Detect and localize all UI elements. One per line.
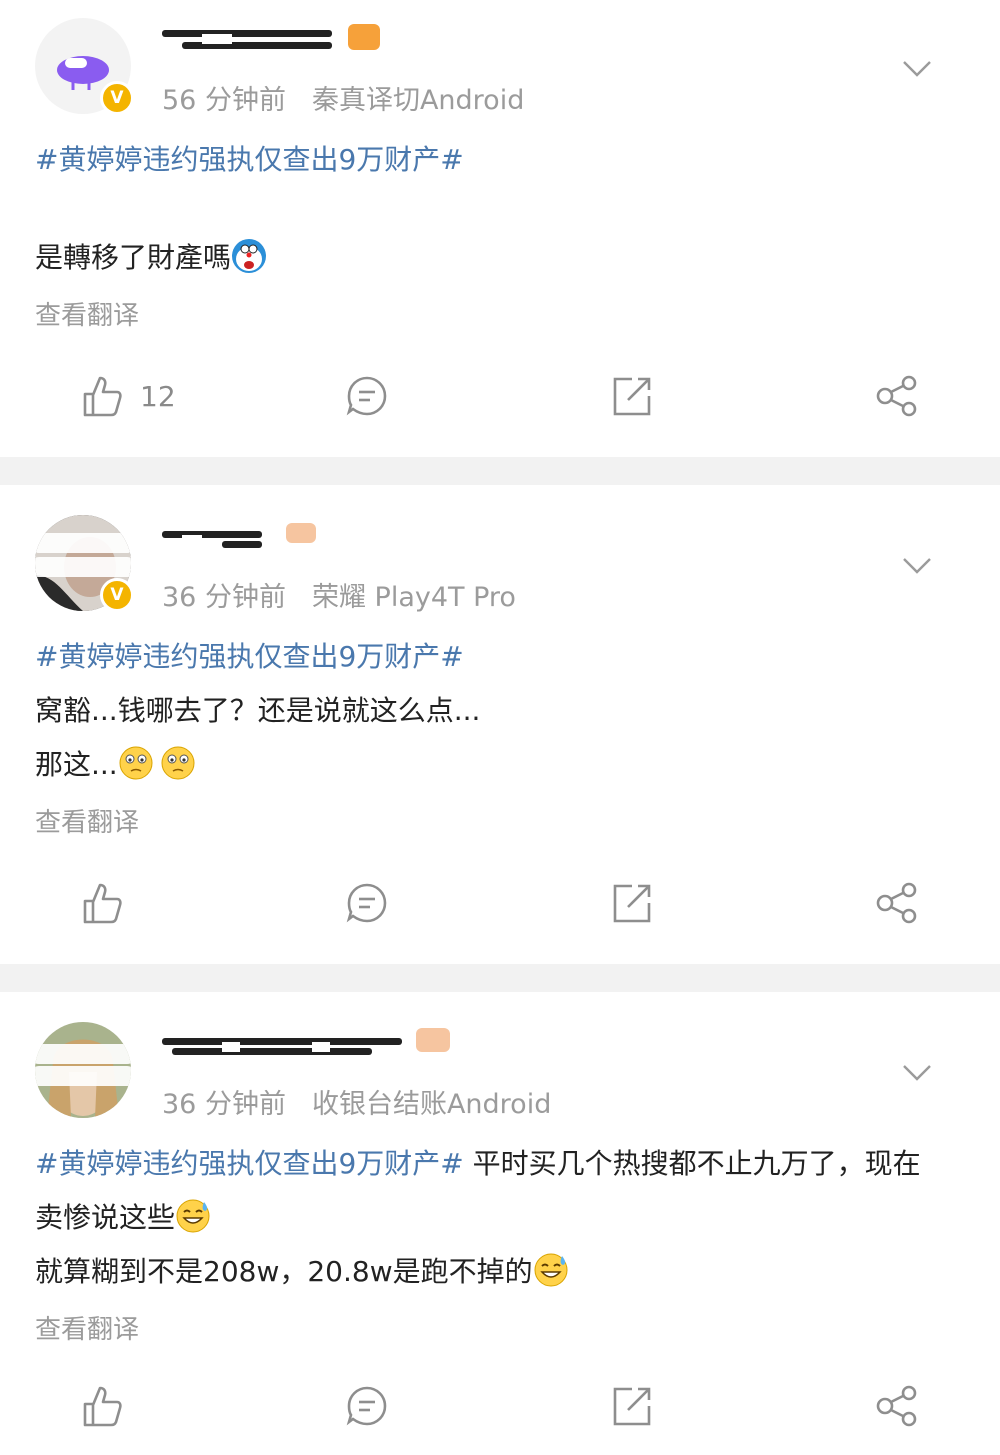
post-time: 36 分钟前 xyxy=(162,1089,286,1120)
post-content: #黄婷婷违约强执仅查出9万财产# 窝豁...钱哪去了？还是说就这么点... 那这… xyxy=(35,630,960,792)
chevron-down-icon[interactable] xyxy=(902,557,932,575)
topic-link[interactable]: #黄婷婷违约强执仅查出9万财产# xyxy=(35,1147,464,1180)
member-badge-icon xyxy=(348,24,380,50)
like-button[interactable]: 12 xyxy=(80,371,176,421)
thumbs-up-icon xyxy=(83,1386,122,1427)
comment-icon xyxy=(346,1386,387,1426)
doraemon-emoji-icon xyxy=(232,239,267,273)
topic-link[interactable]: #黄婷婷违约强执仅查出9万财产# xyxy=(35,143,464,176)
post-meta: 56 分钟前 秦真译切Android xyxy=(162,78,524,117)
repost-button[interactable] xyxy=(610,1381,654,1431)
post-text: 是轉移了財產嗎 xyxy=(35,241,232,274)
post-time: 36 分钟前 xyxy=(162,582,286,613)
like-button[interactable] xyxy=(80,1381,140,1431)
sweat-smile-emoji-icon xyxy=(534,1253,568,1287)
post-device: 荣耀 Play4T Pro xyxy=(311,582,516,613)
chevron-down-icon[interactable] xyxy=(902,1064,932,1082)
comment-icon xyxy=(346,376,387,416)
username[interactable] xyxy=(162,1026,452,1056)
thumbs-up-icon xyxy=(83,883,122,924)
repost-icon xyxy=(613,884,651,923)
member-badge-icon xyxy=(286,523,316,543)
view-translation-link[interactable]: 查看翻译 xyxy=(35,295,139,332)
post-time: 56 分钟前 xyxy=(162,85,286,116)
view-translation-link[interactable]: 查看翻译 xyxy=(35,1309,139,1346)
post-device: 秦真译切Android xyxy=(311,85,525,116)
post-text: 那这... xyxy=(35,748,118,781)
thinking-emoji-icon xyxy=(161,746,195,780)
username[interactable] xyxy=(162,24,382,54)
post-text: 就算糊到不是208w，20.8w是跑不掉的 xyxy=(35,1255,533,1288)
username[interactable] xyxy=(162,521,322,551)
like-count: 12 xyxy=(140,379,176,413)
action-bar xyxy=(0,1381,1000,1431)
share-button[interactable] xyxy=(875,1381,919,1431)
post-content: #黄婷婷违约强执仅查出9万财产# 平时买几个热搜都不止九万了，现在 卖惨说这些 … xyxy=(35,1137,960,1299)
post-separator xyxy=(0,457,1000,485)
action-bar xyxy=(0,878,1000,928)
comment-icon xyxy=(346,883,387,923)
thinking-emoji-icon xyxy=(119,746,153,780)
thumbs-up-icon xyxy=(83,376,122,417)
share-button[interactable] xyxy=(875,371,919,421)
post-separator xyxy=(0,964,1000,992)
post-meta: 36 分钟前 荣耀 Play4T Pro xyxy=(162,575,516,614)
post-card: 36 分钟前 收银台结账Android #黄婷婷违约强执仅查出9万财产# 平时买几… xyxy=(0,992,1000,1455)
action-bar: 12 xyxy=(0,371,1000,421)
verified-badge-icon: V xyxy=(100,81,134,115)
repost-icon xyxy=(613,377,651,416)
post-text: 平时买几个热搜都不止九万了，现在 xyxy=(463,1147,921,1180)
post-card: V 56 分钟前 秦真译切Android #黄婷婷违约强执仅查出9万财产# 是轉移… xyxy=(0,0,1000,457)
member-badge-icon xyxy=(416,1028,450,1052)
post-text: 窝豁...钱哪去了？还是说就这么点... xyxy=(35,694,481,727)
avatar[interactable] xyxy=(35,1022,131,1118)
view-translation-link[interactable]: 查看翻译 xyxy=(35,802,139,839)
chevron-down-icon[interactable] xyxy=(902,60,932,78)
share-icon xyxy=(876,1385,917,1427)
repost-icon xyxy=(613,1387,651,1426)
verified-badge-icon: V xyxy=(100,578,134,612)
like-button[interactable] xyxy=(80,878,140,928)
post-text: 卖惨说这些 xyxy=(35,1201,176,1234)
post-content: #黄婷婷违约强执仅查出9万财产# 是轉移了財產嗎 xyxy=(35,133,960,285)
comment-button[interactable] xyxy=(345,878,389,928)
comment-button[interactable] xyxy=(345,371,389,421)
comment-button[interactable] xyxy=(345,1381,389,1431)
topic-link[interactable]: #黄婷婷违约强执仅查出9万财产# xyxy=(35,640,464,673)
post-card: V 36 分钟前 荣耀 Play4T Pro #黄婷婷违约强执仅查出9万财产# 窝… xyxy=(0,485,1000,964)
sweat-smile-emoji-icon xyxy=(176,1199,210,1233)
post-meta: 36 分钟前 收银台结账Android xyxy=(162,1082,551,1121)
share-icon xyxy=(876,882,917,924)
post-device: 收银台结账Android xyxy=(311,1089,552,1120)
share-button[interactable] xyxy=(875,878,919,928)
share-icon xyxy=(876,375,917,417)
repost-button[interactable] xyxy=(610,371,654,421)
repost-button[interactable] xyxy=(610,878,654,928)
